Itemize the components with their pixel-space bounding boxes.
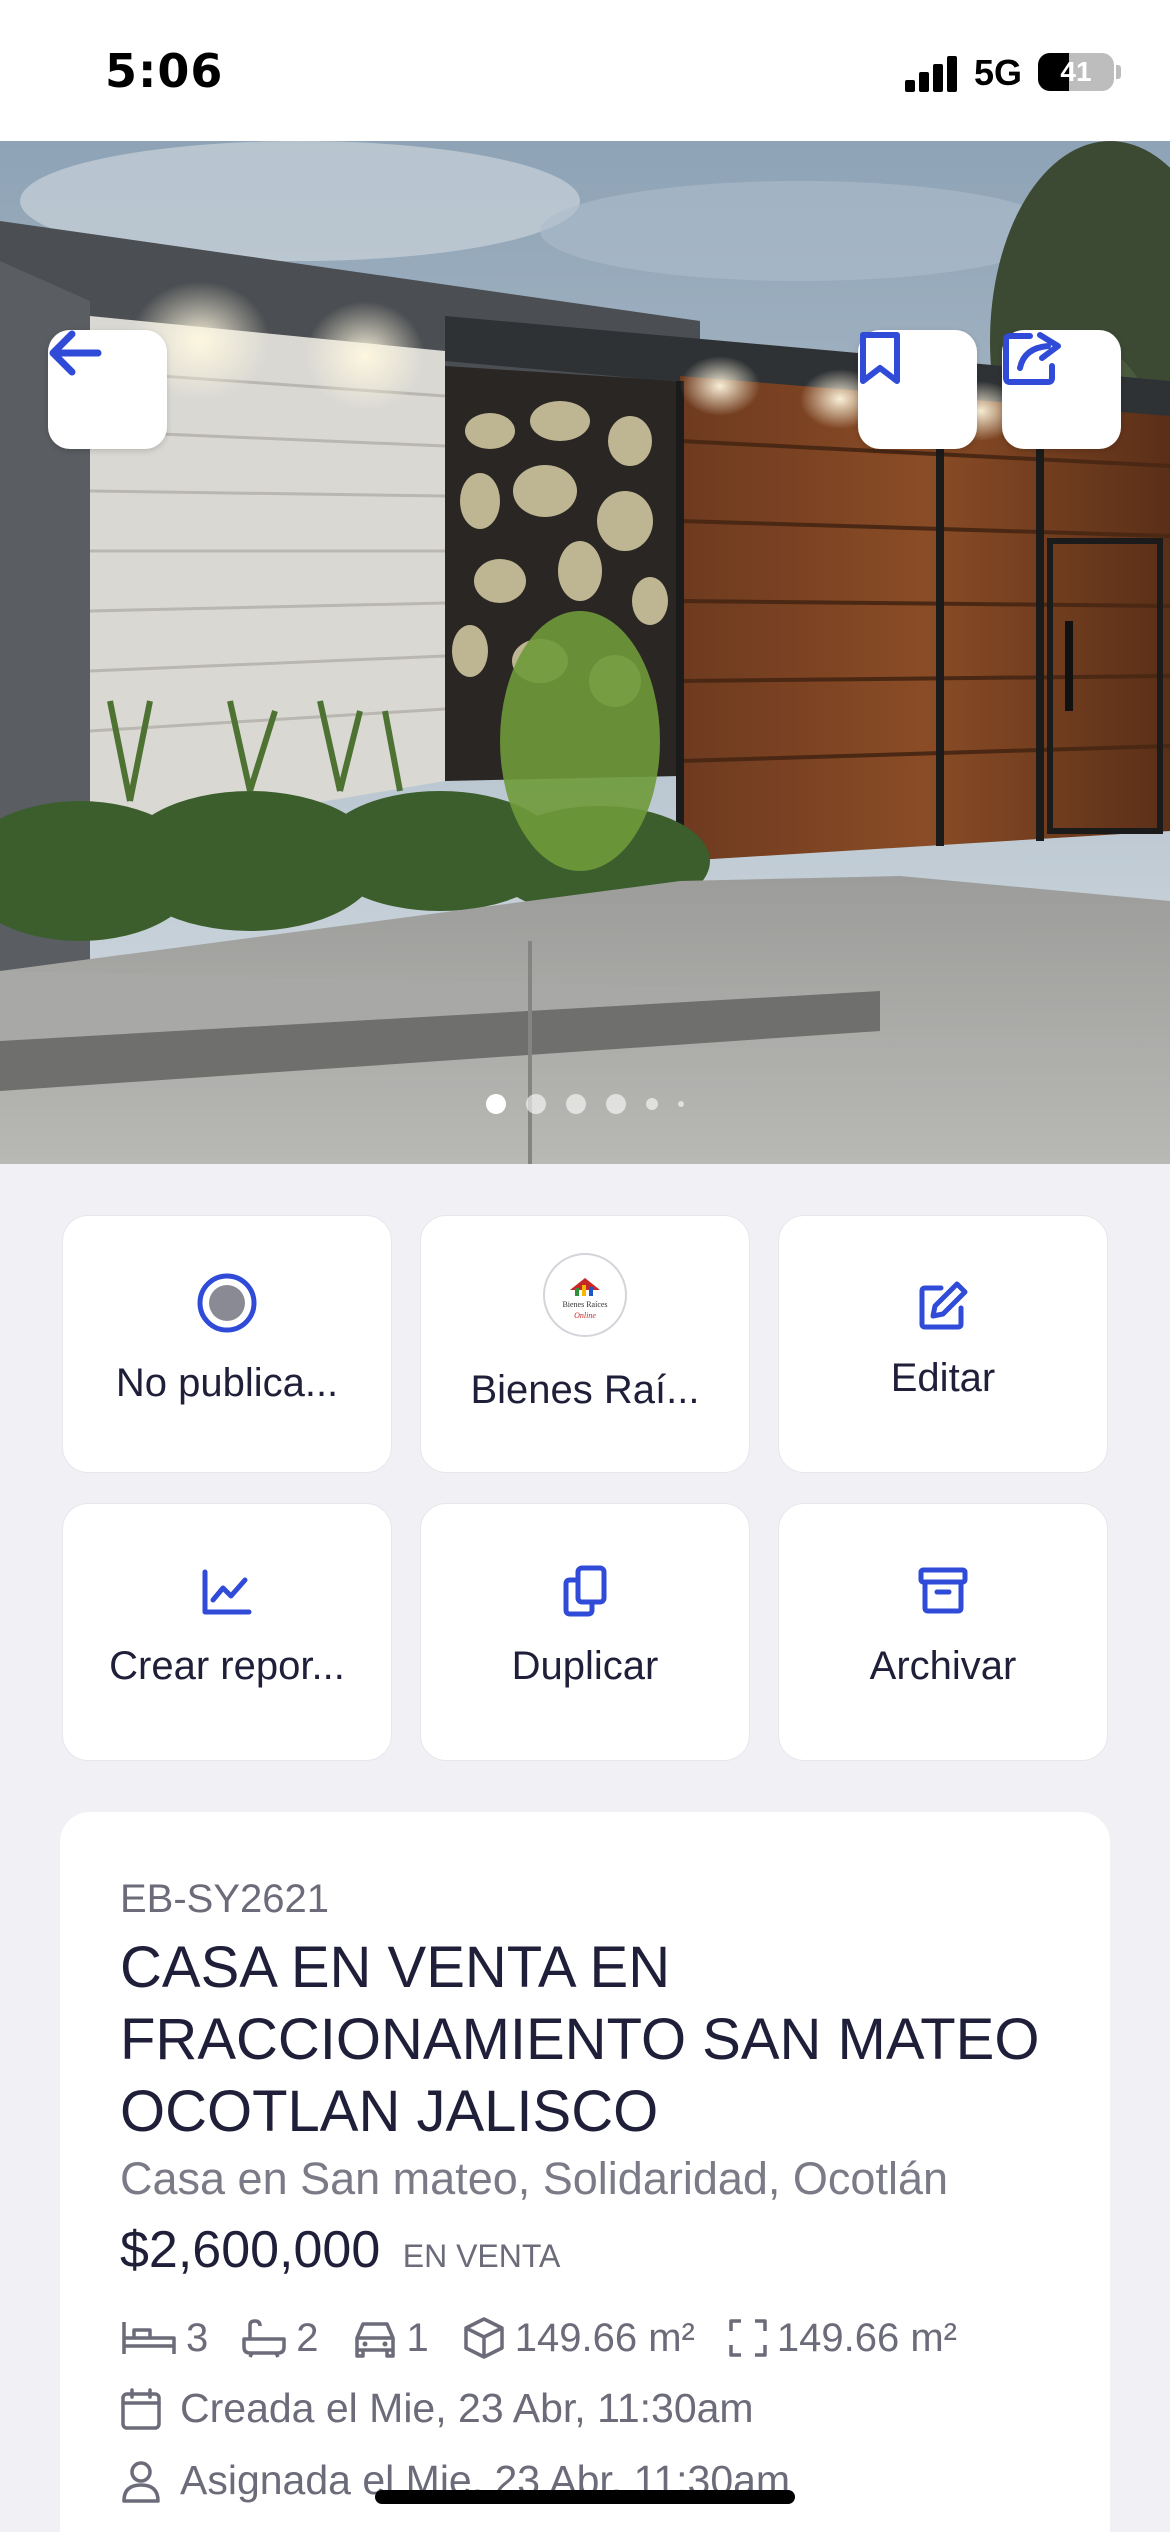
bedrooms-feature: 3 <box>120 2316 208 2361</box>
bathtub-icon <box>242 2319 286 2358</box>
battery-level: 41 <box>1060 56 1092 87</box>
arrow-left-icon <box>49 330 102 376</box>
duplicate-button[interactable]: Duplicar <box>420 1503 750 1761</box>
bookmark-icon <box>860 332 900 384</box>
carousel-dot <box>646 1098 658 1110</box>
listing-status: EN VENTA <box>402 2238 561 2274</box>
publish-status-label: No publica... <box>115 1361 339 1405</box>
property-title: CASA EN VENTA EN FRACCIONAMIENTO SAN MAT… <box>120 1935 1040 2144</box>
carousel-indicator <box>0 1094 1170 1114</box>
built-area-value: 149.66 m² <box>514 2315 695 2360</box>
parking-count: 1 <box>406 2315 429 2360</box>
property-price: $2,600,000 <box>120 2221 381 2279</box>
property-subtitle: Casa en San mateo, Solidaridad, Ocotlán <box>120 2153 948 2204</box>
carousel-dot-active <box>486 1094 506 1114</box>
status-bar: 5:06 5G 41 <box>0 0 1170 141</box>
bathrooms-count: 2 <box>296 2315 319 2360</box>
battery-icon: 41 <box>1038 53 1114 91</box>
bookmark-button[interactable] <box>858 330 977 449</box>
duplicate-label: Duplicar <box>511 1644 659 1688</box>
parking-feature: 1 <box>351 2316 429 2361</box>
property-code: EB-SY2621 <box>120 1877 330 1921</box>
edit-icon <box>919 1281 968 1330</box>
share-button[interactable] <box>1002 330 1121 449</box>
signal-icon <box>905 56 959 92</box>
bathrooms-feature: 2 <box>240 2315 319 2361</box>
created-row: Creada el Mie, 23 Abr, 11:30am <box>120 2385 754 2432</box>
archive-icon <box>918 1567 968 1614</box>
publish-status-button[interactable]: No publica... <box>62 1215 392 1473</box>
property-price-row: $2,600,000 EN VENTA <box>120 2220 560 2280</box>
expand-icon <box>729 2319 767 2357</box>
property-photo-carousel[interactable] <box>0 141 1170 1164</box>
edit-label: Editar <box>890 1356 996 1400</box>
agency-button[interactable]: Bienes Raíces Online Bienes Raí... <box>420 1215 750 1473</box>
lot-area-value: 149.66 m² <box>776 2315 957 2360</box>
home-indicator[interactable] <box>375 2490 795 2504</box>
cube-icon <box>464 2317 504 2359</box>
carousel-dot <box>526 1094 546 1114</box>
share-icon <box>1003 332 1061 385</box>
created-date: Creada el Mie, 23 Abr, 11:30am <box>180 2385 754 2431</box>
radio-icon <box>197 1273 257 1333</box>
carousel-dot <box>606 1094 626 1114</box>
carousel-dot <box>678 1101 684 1107</box>
archive-label: Archivar <box>869 1644 1017 1688</box>
lot-area-feature: 149.66 m² <box>727 2316 957 2361</box>
property-features: 3 2 1 149.66 m² 149.66 m² <box>120 2310 989 2366</box>
property-photo <box>0 141 1170 1164</box>
car-icon <box>354 2322 395 2358</box>
create-report-button[interactable]: Crear repor... <box>62 1503 392 1761</box>
agency-logo: Bienes Raíces Online <box>543 1253 627 1337</box>
carousel-dot <box>566 1094 586 1114</box>
agency-logo-tagline: Online <box>574 1311 596 1320</box>
create-report-label: Crear repor... <box>109 1644 345 1688</box>
archive-button[interactable]: Archivar <box>778 1503 1108 1761</box>
edit-button[interactable]: Editar <box>778 1215 1108 1473</box>
status-time: 5:06 <box>105 44 224 98</box>
back-button[interactable] <box>48 330 167 449</box>
chart-icon <box>202 1569 252 1615</box>
bed-icon <box>122 2322 176 2354</box>
network-type: 5G <box>974 52 1023 93</box>
built-area-feature: 149.66 m² <box>461 2315 695 2361</box>
agency-logo-name: Bienes Raíces <box>562 1300 607 1309</box>
calendar-icon <box>121 2387 161 2430</box>
agency-label: Bienes Raí... <box>470 1368 700 1412</box>
user-icon <box>122 2460 160 2503</box>
bedrooms-count: 3 <box>186 2315 209 2360</box>
copy-icon <box>563 1565 607 1617</box>
